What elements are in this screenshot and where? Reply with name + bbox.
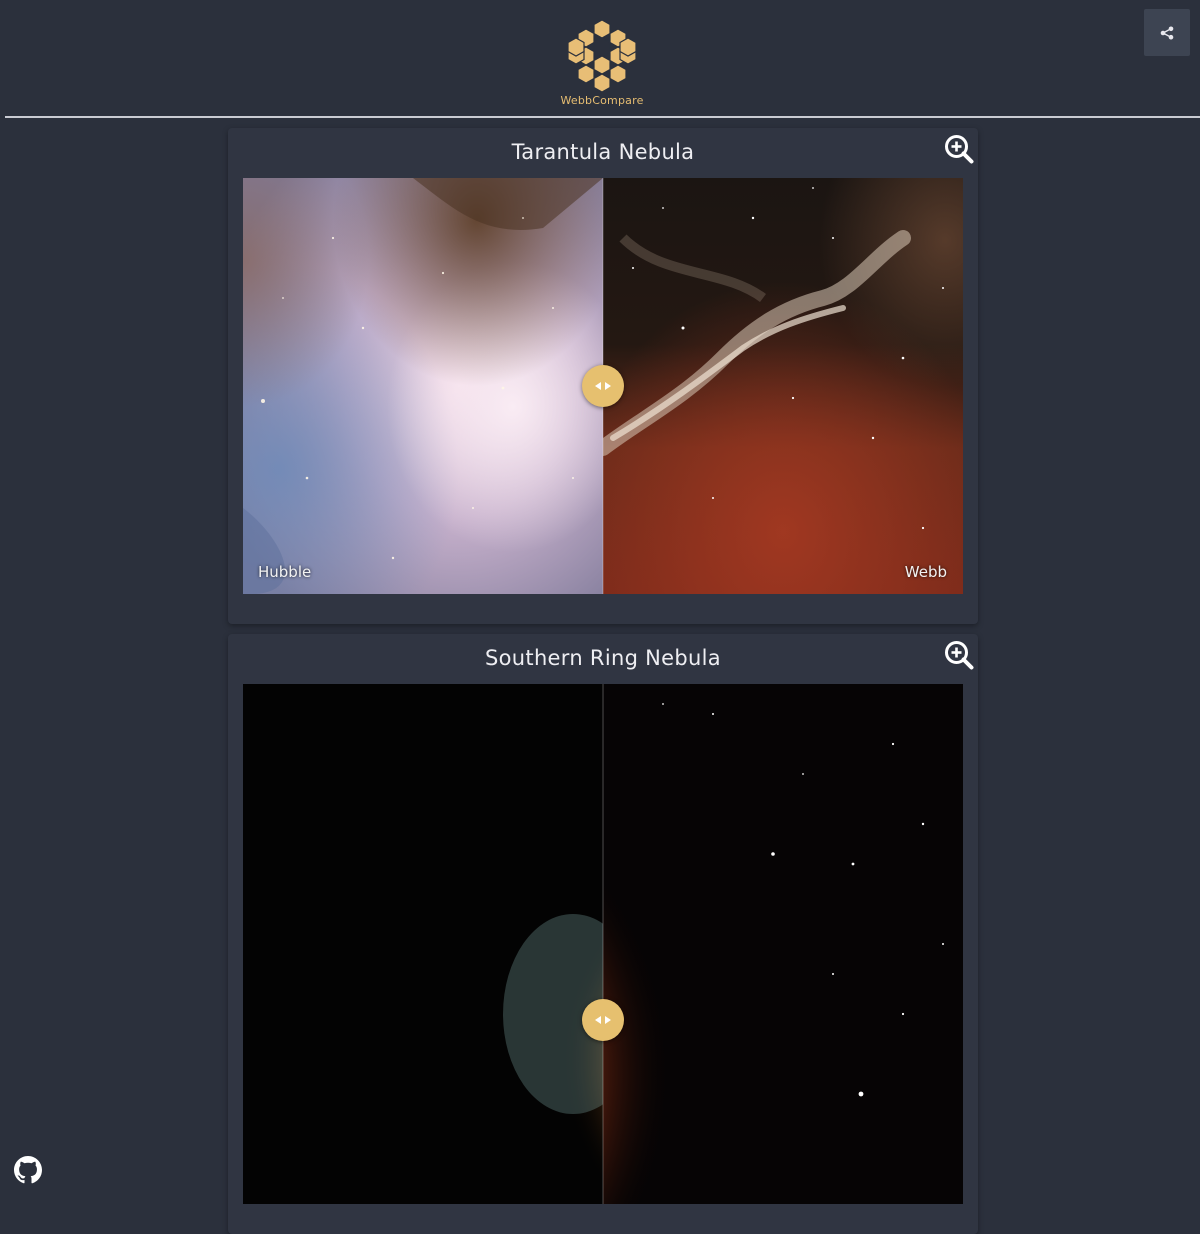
comparison-title: Southern Ring Nebula — [485, 646, 721, 670]
comparison-card: Tarantula Nebula Hubble Webb — [228, 128, 978, 624]
hubble-image — [243, 178, 603, 594]
hubble-image — [243, 684, 813, 1204]
compare-handle[interactable] — [582, 365, 624, 407]
webb-label: Webb — [904, 563, 947, 581]
webb-mirror-logo-icon[interactable] — [567, 18, 637, 93]
zoom-in-icon — [945, 135, 974, 164]
image-compare-slider[interactable] — [243, 684, 963, 1204]
github-link[interactable] — [14, 1156, 42, 1184]
header: WebbCompare — [0, 0, 1200, 118]
webb-image — [595, 178, 963, 594]
zoom-in-icon — [945, 641, 974, 670]
comparison-title: Tarantula Nebula — [511, 140, 695, 164]
share-icon — [1160, 26, 1174, 39]
webb-image — [363, 684, 963, 1204]
hubble-label: Hubble — [258, 563, 312, 581]
left-right-arrows-icon — [595, 1016, 611, 1024]
header-divider — [5, 116, 1200, 118]
zoom-button[interactable] — [944, 134, 974, 164]
zoom-button[interactable] — [944, 640, 974, 670]
compare-divider[interactable] — [602, 684, 604, 1204]
comparison-card: Southern Ring Nebula — [228, 634, 978, 1234]
left-right-arrows-icon — [595, 382, 611, 390]
share-button[interactable] — [1144, 9, 1190, 56]
compare-handle[interactable] — [582, 999, 624, 1041]
github-icon — [14, 1156, 42, 1184]
image-compare-slider[interactable]: Hubble Webb — [243, 178, 963, 594]
app-name: WebbCompare — [560, 94, 644, 107]
